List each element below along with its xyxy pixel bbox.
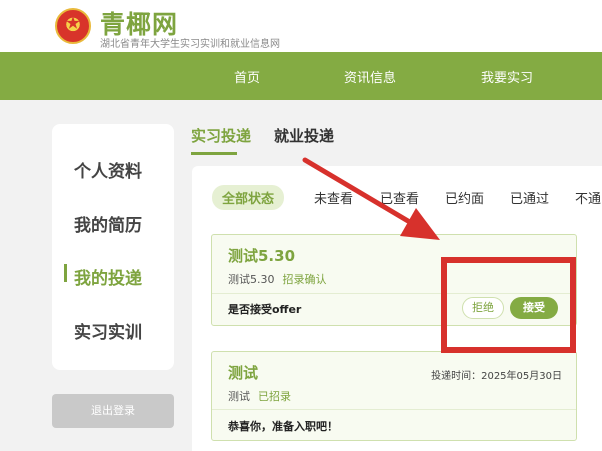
annotation-highlight-box	[441, 257, 576, 353]
annotation-arrow-icon	[302, 157, 440, 240]
